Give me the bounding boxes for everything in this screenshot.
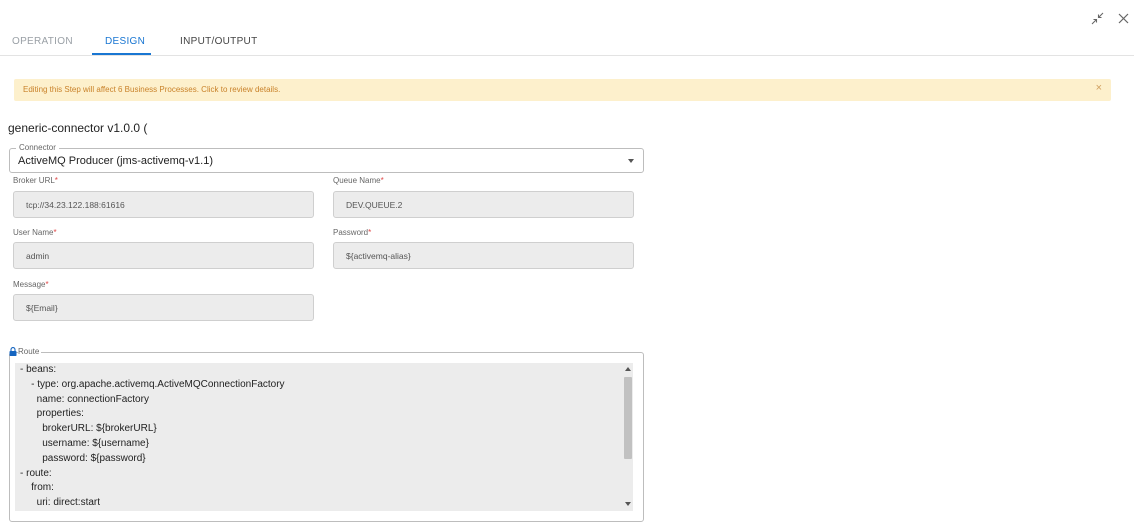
code-line: - beans: xyxy=(20,364,57,375)
code-line: name: connectionFactory xyxy=(20,393,149,405)
code-line: from: xyxy=(20,482,54,494)
route-editor: - beans: - type: org.apache.activemq.Act… xyxy=(9,352,644,522)
user-name-label-text: User Name xyxy=(13,228,54,237)
caret-down-icon[interactable] xyxy=(628,159,634,163)
banner-close-icon[interactable]: × xyxy=(1096,82,1102,94)
code-line: - route: xyxy=(20,467,52,479)
lock-icon xyxy=(9,343,17,356)
code-line: properties: xyxy=(20,408,84,420)
window-controls xyxy=(1090,10,1130,26)
broker-url-label: Broker URL* xyxy=(13,176,58,185)
broker-url-field[interactable]: tcp://34.23.122.188:61616 xyxy=(13,191,314,218)
message-label: Message* xyxy=(13,280,49,289)
warning-banner: Editing this Step will affect 6 Business… xyxy=(14,79,1111,101)
connector-value: ActiveMQ Producer (jms-activemq-v1.1) xyxy=(18,155,213,167)
message-field[interactable]: ${Email} xyxy=(13,294,314,321)
connector-select[interactable]: Connector ActiveMQ Producer (jms-activem… xyxy=(9,143,644,173)
required-marker: * xyxy=(380,176,384,185)
code-line: - type: org.apache.activemq.ActiveMQConn… xyxy=(20,378,285,390)
broker-url-label-text: Broker URL xyxy=(13,176,55,185)
required-marker: * xyxy=(54,176,58,185)
code-line: uri: direct:start xyxy=(20,497,101,509)
user-name-label: User Name* xyxy=(13,228,57,237)
tab-operation[interactable]: OPERATION xyxy=(12,36,73,47)
tab-input-output[interactable]: INPUT/OUTPUT xyxy=(180,36,258,47)
required-marker: * xyxy=(45,280,49,289)
required-marker: * xyxy=(368,228,372,237)
tab-design[interactable]: DESIGN xyxy=(105,36,145,47)
queue-name-label-text: Queue Name xyxy=(333,176,381,185)
scroll-down-arrow-icon[interactable] xyxy=(625,502,631,506)
scroll-up-arrow-icon[interactable] xyxy=(625,367,631,371)
collapse-icon[interactable] xyxy=(1090,10,1104,26)
user-name-field[interactable]: admin xyxy=(13,242,314,269)
queue-name-field[interactable]: DEV.QUEUE.2 xyxy=(333,191,634,218)
message-label-text: Message xyxy=(13,280,46,289)
code-line: password: ${password} xyxy=(20,452,146,464)
close-icon[interactable] xyxy=(1116,10,1130,26)
banner-message-link[interactable]: Editing this Step will affect 6 Business… xyxy=(23,85,280,94)
tab-bar: OPERATION DESIGN INPUT/OUTPUT xyxy=(0,0,1134,56)
required-marker: * xyxy=(53,228,57,237)
code-line: username: ${username} xyxy=(20,437,149,449)
password-label-text: Password xyxy=(333,228,369,237)
connector-label: Connector xyxy=(16,143,59,152)
password-field[interactable]: ${activemq-alias} xyxy=(333,242,634,269)
queue-name-label: Queue Name* xyxy=(333,176,384,185)
route-label: Route xyxy=(18,347,42,356)
code-line: brokerURL: ${brokerURL} xyxy=(20,423,157,435)
active-tab-indicator xyxy=(92,53,151,55)
page-title: generic-connector v1.0.0 ( xyxy=(8,121,148,135)
route-code-area[interactable]: - beans: - type: org.apache.activemq.Act… xyxy=(15,363,631,511)
route-scrollbar[interactable] xyxy=(622,363,633,511)
scroll-thumb[interactable] xyxy=(624,377,632,459)
password-label: Password* xyxy=(333,228,371,237)
